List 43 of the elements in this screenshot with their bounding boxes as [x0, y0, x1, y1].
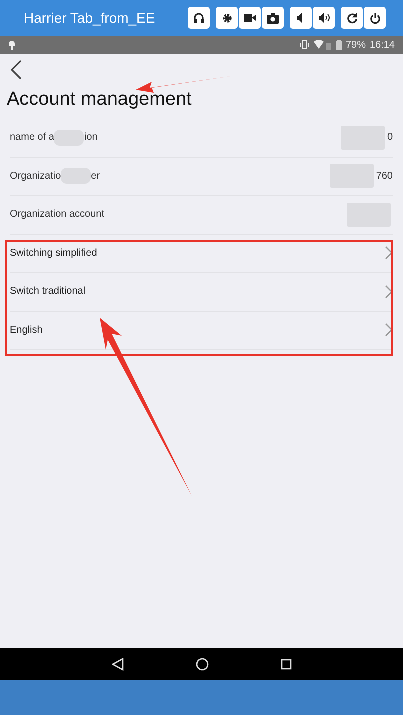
rotate-icon [346, 12, 358, 24]
gear-icon [222, 12, 232, 24]
clock: 16:14 [370, 40, 395, 50]
window-title: Harrier Tab_from_EE [24, 10, 156, 26]
screenshot-button[interactable] [262, 7, 284, 29]
power-icon [370, 12, 380, 24]
speaker-loud-icon [318, 13, 330, 23]
home-nav-button[interactable] [196, 658, 208, 670]
back-icon [10, 60, 22, 80]
android-icon [8, 40, 16, 50]
row-label: Organization account [10, 209, 105, 220]
circle-icon [196, 658, 208, 670]
chevron-icon [385, 323, 393, 338]
square-icon [280, 658, 292, 670]
recents-nav-button[interactable] [280, 658, 292, 670]
chevron-icon [385, 284, 393, 299]
power-button[interactable] [364, 7, 386, 29]
menu-item[interactable]: Switch traditional [10, 273, 393, 312]
headphones-icon [193, 12, 205, 24]
back-button[interactable] [10, 59, 24, 81]
headphones-button[interactable] [188, 7, 210, 29]
battery-icon [336, 40, 342, 50]
chevron-icon [385, 246, 393, 260]
video-camera-icon [244, 13, 256, 23]
wifi-signal-icon [314, 40, 332, 50]
settings-button[interactable] [216, 7, 238, 29]
row-value: 0 [387, 132, 393, 144]
menu-item[interactable]: Switching simplified [10, 234, 393, 273]
video-button[interactable] [239, 7, 261, 29]
row-label: name of a [10, 132, 54, 144]
triangle-icon [112, 658, 124, 670]
row-label: er [91, 170, 100, 182]
volume-up-button[interactable] [313, 7, 335, 29]
row-label: ion [84, 132, 98, 144]
page-title: Account management [7, 89, 193, 111]
volume-down-button[interactable] [290, 7, 312, 29]
battery-level: 79% [346, 40, 366, 50]
camera-icon [267, 12, 279, 24]
rotate-button[interactable] [341, 7, 363, 29]
back-nav-button[interactable] [112, 658, 124, 670]
row-label: Organizatio [10, 170, 62, 182]
row-value: 760 [376, 170, 393, 182]
vibrate-icon [300, 40, 310, 50]
